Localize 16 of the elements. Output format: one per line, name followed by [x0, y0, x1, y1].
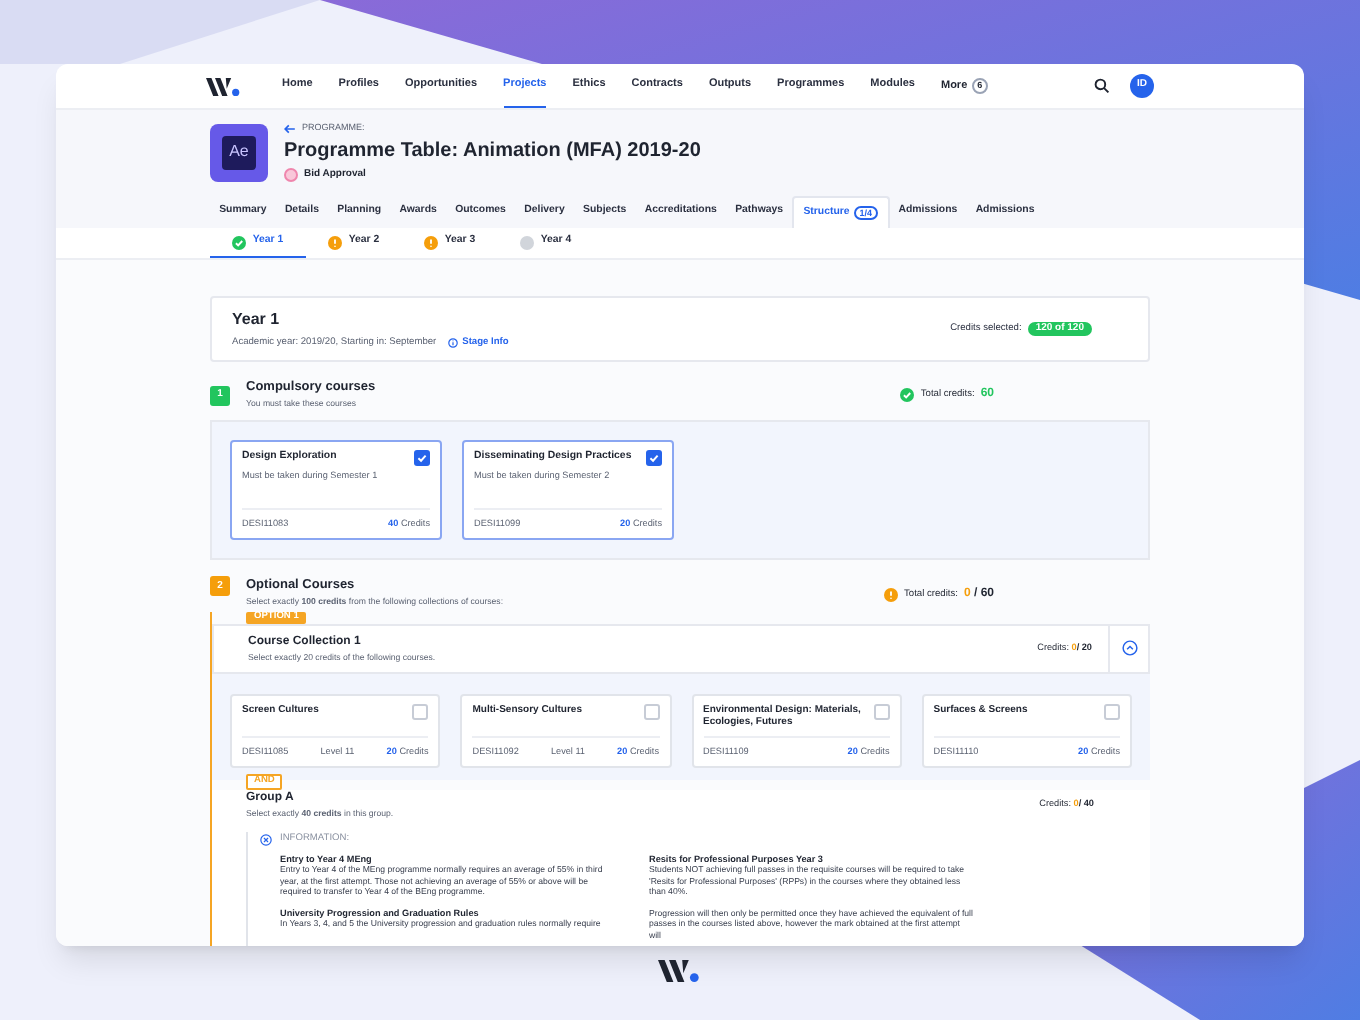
- chevron-up-icon[interactable]: [1121, 640, 1137, 657]
- checkbox[interactable]: [646, 449, 662, 466]
- app-icon: Ae: [210, 123, 268, 182]
- stage-title: Year 1: [232, 308, 282, 333]
- logo-icon: [206, 77, 242, 95]
- search-icon[interactable]: [1094, 78, 1110, 94]
- checkbox[interactable]: [643, 704, 659, 721]
- logo-icon: [658, 960, 702, 982]
- info-icon: [448, 338, 459, 349]
- checkbox[interactable]: [414, 449, 430, 466]
- checkbox[interactable]: [1104, 704, 1120, 721]
- checkbox[interactable]: [873, 704, 890, 721]
- checkbox[interactable]: [412, 704, 429, 721]
- page-title: Programme Table: Animation (MFA) 2019-20: [284, 139, 701, 164]
- close-icon[interactable]: [260, 833, 272, 846]
- back-arrow-icon: [284, 123, 296, 134]
